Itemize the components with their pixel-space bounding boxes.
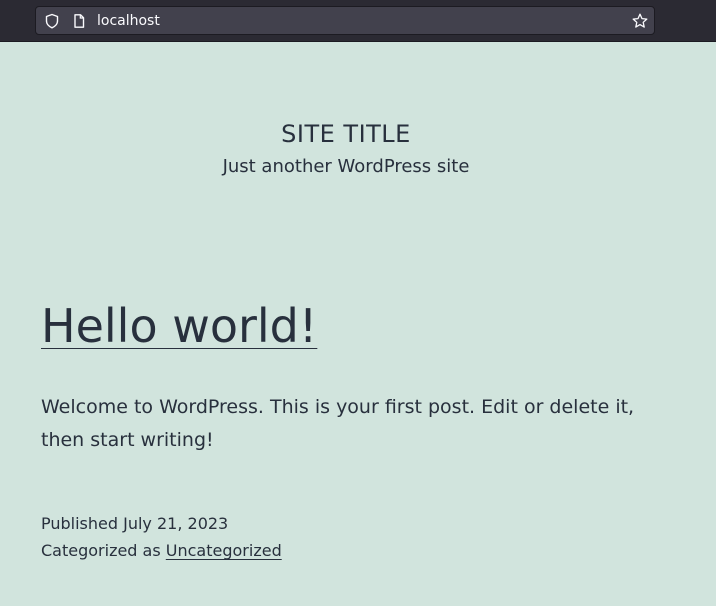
published-label: Published bbox=[41, 514, 119, 533]
post-body: Welcome to WordPress. This is your first… bbox=[41, 396, 635, 451]
category-link[interactable]: Uncategorized bbox=[166, 541, 282, 560]
address-bar[interactable]: localhost bbox=[35, 6, 655, 35]
bookmark-star-icon[interactable] bbox=[632, 13, 648, 29]
site-title[interactable]: SITE TITLE bbox=[0, 117, 692, 151]
browser-toolbar: localhost bbox=[0, 0, 716, 42]
page-icon[interactable] bbox=[71, 13, 87, 29]
category-line: Categorized as Uncategorized bbox=[41, 537, 282, 564]
page-content: SITE TITLE Just another WordPress site H… bbox=[0, 42, 716, 606]
published-date: July 21, 2023 bbox=[123, 514, 229, 533]
url-text[interactable]: localhost bbox=[97, 12, 160, 30]
published-line: Published July 21, 2023 bbox=[41, 510, 282, 537]
category-label: Categorized as bbox=[41, 541, 161, 560]
post-meta: Published July 21, 2023 Categorized as U… bbox=[41, 510, 282, 564]
shield-icon[interactable] bbox=[44, 13, 60, 29]
site-tagline: Just another WordPress site bbox=[222, 156, 470, 177]
post-title-link[interactable]: Hello world! bbox=[41, 298, 317, 354]
